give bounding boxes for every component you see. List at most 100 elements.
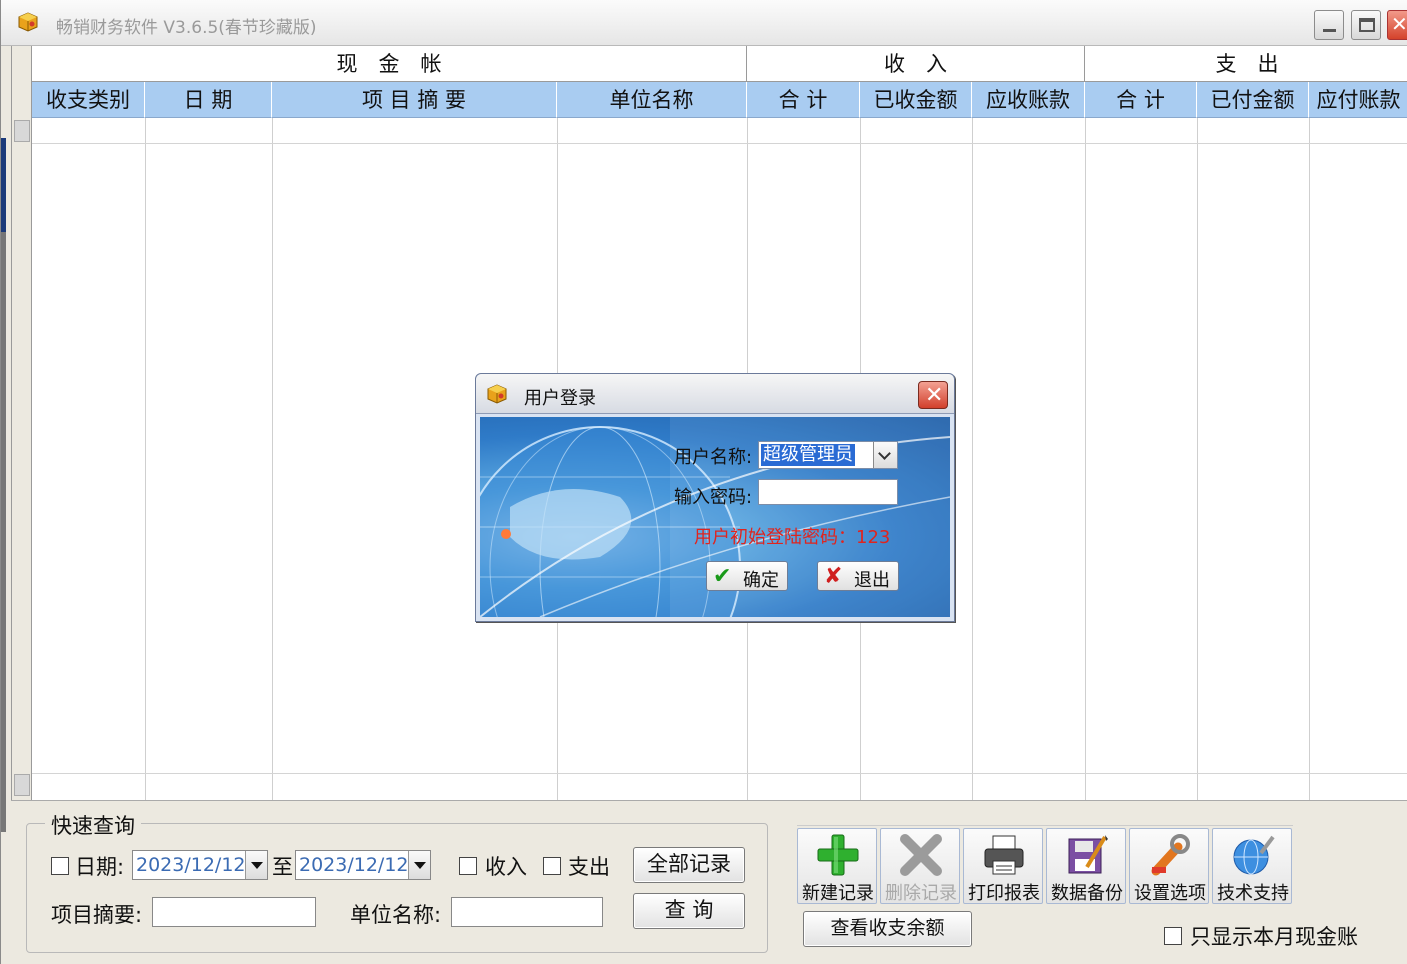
column-header-date[interactable]: 日 期 xyxy=(145,82,272,118)
wrench-icon xyxy=(1151,834,1190,876)
quick-query-title: 快速查询 xyxy=(45,810,141,840)
new-record-button[interactable]: 新建记录 xyxy=(797,828,877,904)
username-dropdown[interactable] xyxy=(873,442,897,468)
close-icon: ✕ xyxy=(1391,12,1407,36)
grid-column-divider xyxy=(1085,118,1086,800)
unit-input[interactable] xyxy=(451,897,603,927)
date-filter-checkbox[interactable] xyxy=(51,857,69,875)
row-indicator-cell[interactable] xyxy=(14,774,30,796)
column-header-income-total[interactable]: 合 计 xyxy=(747,82,860,118)
password-input[interactable] xyxy=(758,479,898,505)
settings-button[interactable]: 设置选项 xyxy=(1129,828,1209,904)
login-exit-button[interactable]: ✘ 退出 xyxy=(817,561,899,591)
group-header-cash: 现 金 帐 xyxy=(32,46,747,82)
group-header-expense: 支 出 xyxy=(1085,46,1407,82)
date-from-picker[interactable]: 2023/12/12 xyxy=(132,850,268,880)
column-header-payable[interactable]: 应付账款 xyxy=(1309,82,1407,118)
expense-checkbox[interactable] xyxy=(543,857,561,875)
chevron-down-icon xyxy=(251,862,263,869)
globe-icon xyxy=(1233,835,1275,875)
close-icon: ✕ xyxy=(925,383,944,408)
search-button[interactable]: 查 询 xyxy=(633,893,745,929)
date-to-dropdown[interactable] xyxy=(408,851,430,879)
print-report-button[interactable]: 打印报表 xyxy=(963,828,1043,904)
date-to-value: 2023/12/12 xyxy=(299,854,409,876)
column-header-paid[interactable]: 已付金额 xyxy=(1197,82,1309,118)
login-dialog-title: 用户登录 xyxy=(524,388,596,409)
date-label: 日期: xyxy=(75,855,125,879)
delete-record-label: 删除记录 xyxy=(885,883,957,904)
login-exit-label: 退出 xyxy=(854,570,890,591)
login-ok-button[interactable]: ✔ 确定 xyxy=(706,561,788,591)
summary-input[interactable] xyxy=(152,897,316,927)
tech-support-label: 技术支持 xyxy=(1217,883,1289,904)
app-box-icon xyxy=(487,384,507,404)
login-dialog: 用户登录 ✕ 用户名称: 超级管理员 输入密码: 用户初始登陆密码：123 ✔ … xyxy=(475,373,955,622)
username-combobox[interactable]: 超级管理员 xyxy=(758,441,898,469)
view-balance-button[interactable]: 查看收支余额 xyxy=(803,911,972,947)
column-header-row: 收支类别 日 期 项 目 摘 要 单位名称 合 计 已收金额 应收账款 合 计 … xyxy=(32,82,1407,118)
login-ok-label: 确定 xyxy=(743,570,779,591)
print-report-label: 打印报表 xyxy=(968,883,1040,904)
new-record-label: 新建记录 xyxy=(802,883,874,904)
month-only-checkbox[interactable] xyxy=(1164,927,1182,945)
grid-row-divider xyxy=(32,773,1407,774)
summary-label: 项目摘要: xyxy=(51,903,143,927)
chevron-down-icon xyxy=(878,447,891,460)
column-header-summary[interactable]: 项 目 摘 要 xyxy=(272,82,557,118)
data-backup-button[interactable]: 数据备份 xyxy=(1046,828,1126,904)
unit-label: 单位名称: xyxy=(350,903,442,927)
username-label: 用户名称: xyxy=(674,447,753,468)
quick-query-group xyxy=(26,823,768,953)
group-header-income: 收 入 xyxy=(747,46,1085,82)
grid-column-divider xyxy=(972,118,973,800)
expense-label: 支出 xyxy=(568,855,610,879)
date-to-picker[interactable]: 2023/12/12 xyxy=(295,850,431,880)
password-label: 输入密码: xyxy=(674,487,753,508)
settings-label: 设置选项 xyxy=(1134,883,1206,904)
checkmark-icon: ✔ xyxy=(713,564,732,589)
month-only-label: 只显示本月现金账 xyxy=(1190,925,1358,949)
date-from-dropdown[interactable] xyxy=(245,851,267,879)
title-bar: 畅销财务软件 V3.6.5(春节珍藏版) ✕ xyxy=(1,0,1407,46)
income-checkbox[interactable] xyxy=(459,857,477,875)
column-header-receivable[interactable]: 应收账款 xyxy=(972,82,1085,118)
column-header-category[interactable]: 收支类别 xyxy=(32,82,145,118)
grid-column-divider xyxy=(1197,118,1198,800)
column-header-unit[interactable]: 单位名称 xyxy=(557,82,747,118)
tech-support-button[interactable]: 技术支持 xyxy=(1212,828,1292,904)
delete-record-button[interactable]: 删除记录 xyxy=(880,828,960,904)
delete-x-icon xyxy=(900,834,942,876)
data-backup-label: 数据备份 xyxy=(1051,883,1123,904)
grid-column-divider xyxy=(1309,118,1310,800)
minimize-icon xyxy=(1323,29,1336,32)
printer-icon xyxy=(984,835,1024,875)
maximize-button[interactable] xyxy=(1351,10,1381,40)
cross-icon: ✘ xyxy=(824,564,843,589)
floppy-icon xyxy=(1068,835,1108,874)
to-label: 至 xyxy=(272,855,293,879)
action-toolbar: 新建记录 删除记录 打印报表 数据备份 设置选项 技术支持 xyxy=(797,825,1293,905)
left-edge xyxy=(1,46,11,964)
column-header-expense-total[interactable]: 合 计 xyxy=(1085,82,1197,118)
username-value: 超级管理员 xyxy=(761,444,855,466)
row-indicator-cell[interactable] xyxy=(14,120,30,142)
column-header-received[interactable]: 已收金额 xyxy=(860,82,972,118)
left-edge-accent xyxy=(1,138,6,232)
close-button[interactable]: ✕ xyxy=(1387,10,1407,40)
group-header-row: 现 金 帐 收 入 支 出 xyxy=(32,46,1407,82)
login-dialog-titlebar: 用户登录 ✕ xyxy=(476,374,954,414)
grid-row-divider xyxy=(32,143,1407,144)
grid-column-divider xyxy=(272,118,273,800)
minimize-button[interactable] xyxy=(1314,10,1344,40)
grid-column-divider xyxy=(145,118,146,800)
date-from-value: 2023/12/12 xyxy=(136,854,246,876)
app-box-icon xyxy=(18,12,38,32)
bottom-panel: 快速查询 日期: 2023/12/12 至 2023/12/12 收入 支出 全… xyxy=(11,800,1407,964)
all-records-button[interactable]: 全部记录 xyxy=(633,847,745,883)
default-password-hint: 用户初始登陆密码：123 xyxy=(694,527,891,548)
login-close-button[interactable]: ✕ xyxy=(918,381,948,409)
window-title: 畅销财务软件 V3.6.5(春节珍藏版) xyxy=(56,18,317,38)
left-edge-shadow xyxy=(1,232,6,832)
login-dialog-body: 用户名称: 超级管理员 输入密码: 用户初始登陆密码：123 ✔ 确定 ✘ 退出 xyxy=(480,417,950,617)
